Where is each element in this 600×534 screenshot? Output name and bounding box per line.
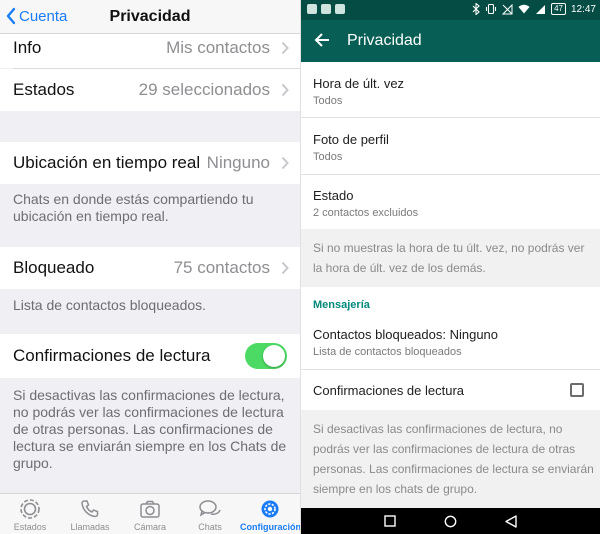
arrow-back-icon[interactable] [314, 32, 330, 48]
tab-label: Chats [198, 522, 222, 532]
tab-llamadas[interactable]: Llamadas [60, 498, 120, 532]
divider [301, 174, 600, 175]
item-title: Foto de perfil [313, 132, 389, 147]
bloqueado-row[interactable]: Bloqueado 75 contactos [0, 247, 300, 289]
notification-icon [307, 4, 317, 14]
chevron-right-icon [281, 83, 289, 97]
ubicacion-label: Ubicación en tiempo real [13, 153, 201, 172]
estados-row[interactable]: Estados 29 seleccionados [0, 69, 300, 111]
tab-configuracion[interactable]: Configuración [240, 498, 300, 532]
battery-indicator: 47 [551, 3, 566, 15]
no-signal-icon [502, 3, 513, 14]
navigation-bar [301, 508, 600, 534]
hora-note: Si no muestras la hora de tu últ. vez, n… [313, 241, 585, 275]
phone-icon [81, 500, 99, 518]
tab-label: Configuración [240, 522, 300, 532]
hora-ult-vez-item[interactable]: Hora de últ. vez Todos [313, 76, 593, 107]
item-title: Contactos bloqueados: Ninguno [313, 327, 499, 342]
divider [301, 117, 600, 118]
bloqueado-value: 75 contactos [173, 258, 270, 277]
bluetooth-icon [472, 3, 480, 15]
ios-navigation-bar: Cuenta Privacidad [0, 0, 300, 34]
tab-bar: Estados Llamadas Cámara Chats Configurac… [0, 493, 300, 534]
vibrate-icon [486, 3, 497, 15]
hora-note-block: Si no muestras la hora de tu últ. vez, n… [301, 229, 600, 287]
notification-icon [335, 4, 345, 14]
back-triangle-icon[interactable] [505, 515, 517, 528]
gear-icon [261, 500, 279, 518]
divider [301, 369, 600, 370]
camera-icon [140, 500, 160, 518]
estados-value: 29 seleccionados [138, 80, 270, 99]
notification-icon [321, 4, 331, 14]
chevron-right-icon [281, 156, 289, 170]
tab-estados[interactable]: Estados [0, 498, 60, 532]
ubicacion-value: Ninguno [206, 153, 270, 172]
tab-chats[interactable]: Chats [180, 498, 240, 532]
status-icon [20, 499, 40, 519]
toggle-knob [263, 345, 285, 367]
chevron-right-icon [281, 41, 289, 55]
item-title: Hora de últ. vez [313, 76, 405, 91]
item-title: Confirmaciones de lectura [313, 383, 465, 398]
tab-label: Estados [13, 522, 47, 532]
foto-perfil-item[interactable]: Foto de perfil Todos [313, 132, 593, 163]
info-label: Info [13, 38, 42, 57]
item-value: 2 contactos excluidos [313, 207, 419, 219]
confirmaciones-item[interactable]: Confirmaciones de lectura [313, 383, 593, 398]
bloqueado-label: Bloqueado [13, 258, 95, 277]
chevron-right-icon [281, 261, 289, 275]
confirmaciones-toggle[interactable] [245, 343, 287, 369]
item-value: Lista de contactos bloqueados [313, 346, 462, 358]
ubicacion-row[interactable]: Ubicación en tiempo real Ninguno [0, 142, 300, 184]
tab-label: Cámara [133, 522, 166, 532]
info-value: Mis contactos [166, 38, 270, 57]
tab-label: Llamadas [70, 522, 110, 532]
item-value: Todos [313, 95, 343, 107]
status-time: 12:47 [570, 3, 596, 15]
ubicacion-note: Chats en donde estás compartiendo tu ubi… [13, 191, 254, 224]
confirmaciones-note: Si desactivas las confirmaciones de lect… [13, 387, 287, 471]
status-bar: 47 12:47 [301, 0, 600, 20]
item-value: Todos [313, 151, 343, 163]
page-title: Privacidad [109, 8, 191, 25]
tab-camara[interactable]: Cámara [120, 498, 180, 532]
home-icon[interactable] [444, 515, 457, 528]
wifi-icon [518, 4, 530, 14]
confirmaciones-note: Si desactivas las confirmaciones de lect… [313, 422, 594, 496]
confirmaciones-label: Confirmaciones de lectura [13, 346, 211, 365]
toolbar: Privacidad [301, 20, 600, 62]
android-privacy-screen: 47 12:47 Privacidad Hora de últ. vez Tod… [300, 0, 600, 534]
confirmaciones-note-block: Si desactivas las confirmaciones de lect… [301, 410, 600, 508]
toolbar-title: Privacidad [347, 32, 422, 49]
section-header: Mensajería [313, 299, 370, 311]
item-title: Estado [313, 188, 354, 203]
bloqueado-note: Lista de contactos bloqueados. [13, 297, 207, 313]
ios-privacy-screen: Cuenta Privacidad Info Mis contactos Est… [0, 0, 300, 534]
signal-icon [536, 4, 546, 14]
estado-item[interactable]: Estado 2 contactos excluidos [313, 188, 593, 219]
confirmaciones-checkbox[interactable] [570, 383, 584, 397]
confirmaciones-row: Confirmaciones de lectura [0, 334, 300, 378]
estados-label: Estados [13, 80, 75, 99]
chats-icon [199, 500, 221, 517]
contactos-bloqueados-item[interactable]: Contactos bloqueados: Ninguno Lista de c… [313, 327, 593, 358]
recents-icon[interactable] [384, 515, 396, 527]
info-row[interactable]: Info Mis contactos [0, 34, 300, 68]
